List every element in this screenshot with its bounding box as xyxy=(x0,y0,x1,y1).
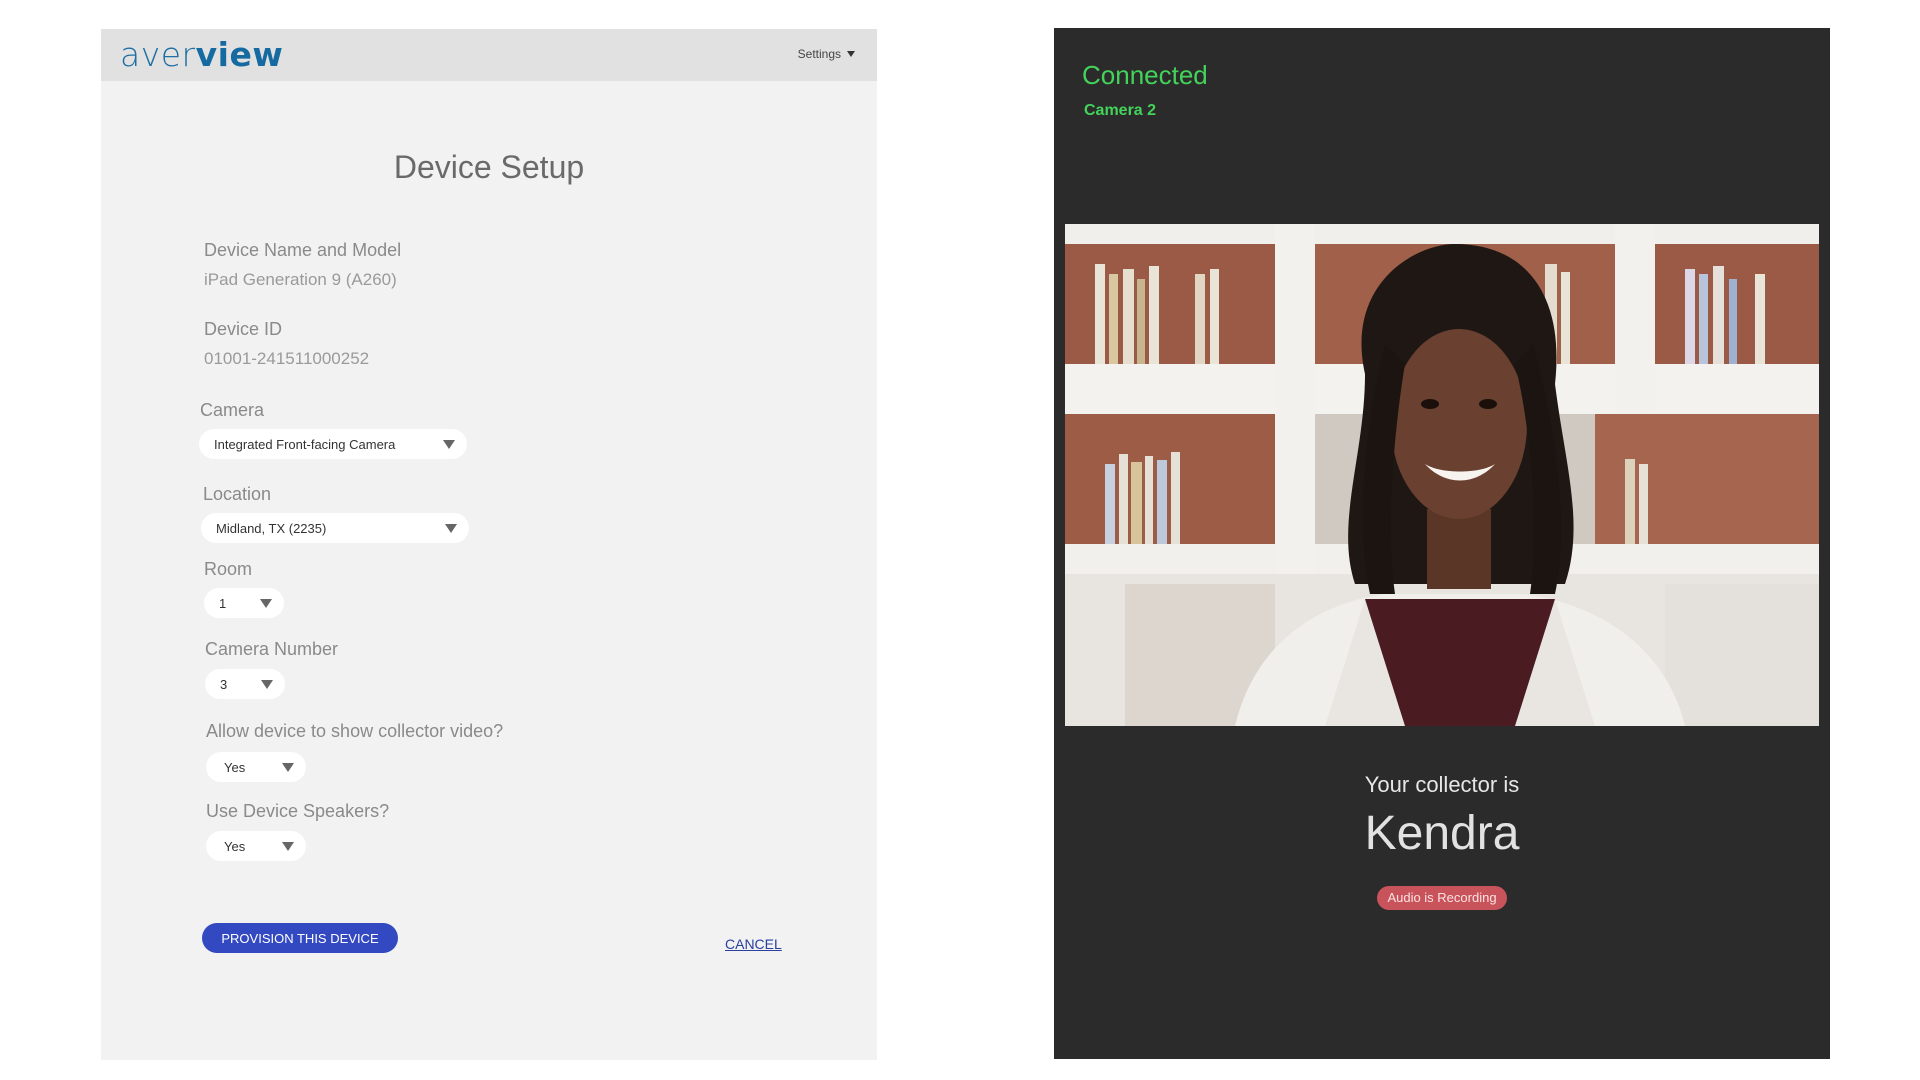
room-select-value: 1 xyxy=(219,595,227,611)
collector-video-image xyxy=(1065,224,1819,726)
recording-badge-container: Audio is Recording xyxy=(1054,886,1830,910)
speakers-select[interactable]: Yes xyxy=(206,831,306,861)
chevron-down-icon xyxy=(282,842,294,851)
logo-text-bold: view xyxy=(195,35,284,74)
show-video-select-value: Yes xyxy=(224,759,246,775)
connection-status: Connected xyxy=(1082,60,1208,90)
settings-menu[interactable]: Settings xyxy=(798,47,855,61)
speakers-label: Use Device Speakers? xyxy=(206,801,390,821)
device-id-label: Device ID xyxy=(204,319,283,339)
averview-logo: averview xyxy=(120,37,283,73)
camera-name: Camera 2 xyxy=(1084,102,1157,119)
settings-label: Settings xyxy=(797,47,841,61)
show-video-select[interactable]: Yes xyxy=(206,752,306,782)
chevron-down-icon xyxy=(847,51,855,57)
show-video-label: Allow device to show collector video? xyxy=(206,721,504,741)
collector-video xyxy=(1065,224,1819,726)
camera-number-select[interactable]: 3 xyxy=(205,669,285,699)
location-label: Location xyxy=(203,484,272,504)
recording-badge: Audio is Recording xyxy=(1377,886,1507,910)
cancel-link[interactable]: CANCEL xyxy=(725,936,782,952)
chevron-down-icon xyxy=(260,599,272,608)
speakers-select-value: Yes xyxy=(224,838,246,854)
logo-text-light: aver xyxy=(120,35,196,74)
chevron-down-icon xyxy=(261,680,273,689)
chevron-down-icon xyxy=(445,524,457,533)
camera-number-label: Camera Number xyxy=(205,639,339,659)
location-select-value: Midland, TX (2235) xyxy=(216,520,327,536)
device-name-value: iPad Generation 9 (A260) xyxy=(204,270,397,289)
location-select[interactable]: Midland, TX (2235) xyxy=(201,513,469,543)
collector-panel: Connected Camera 2 Your collector is Ken… xyxy=(1054,28,1830,1059)
chevron-down-icon xyxy=(443,440,455,449)
collector-intro: Your collector is xyxy=(1364,772,1520,797)
camera-select[interactable]: Integrated Front-facing Camera xyxy=(199,429,467,459)
room-select[interactable]: 1 xyxy=(204,588,284,618)
page-title: Device Setup xyxy=(393,149,585,185)
device-id-value: 01001-241511000252 xyxy=(204,349,370,368)
device-setup-panel: averview Settings Device Setup Device Na… xyxy=(101,29,877,1060)
chevron-down-icon xyxy=(282,763,294,772)
device-name-label: Device Name and Model xyxy=(204,240,402,260)
camera-select-value: Integrated Front-facing Camera xyxy=(214,436,396,452)
camera-number-select-value: 3 xyxy=(220,676,228,692)
room-label: Room xyxy=(204,559,253,579)
top-bar: averview Settings xyxy=(101,29,877,81)
provision-device-button[interactable]: PROVISION THIS DEVICE xyxy=(202,923,398,953)
collector-name: Kendra xyxy=(1364,807,1520,860)
camera-label: Camera xyxy=(200,400,265,420)
